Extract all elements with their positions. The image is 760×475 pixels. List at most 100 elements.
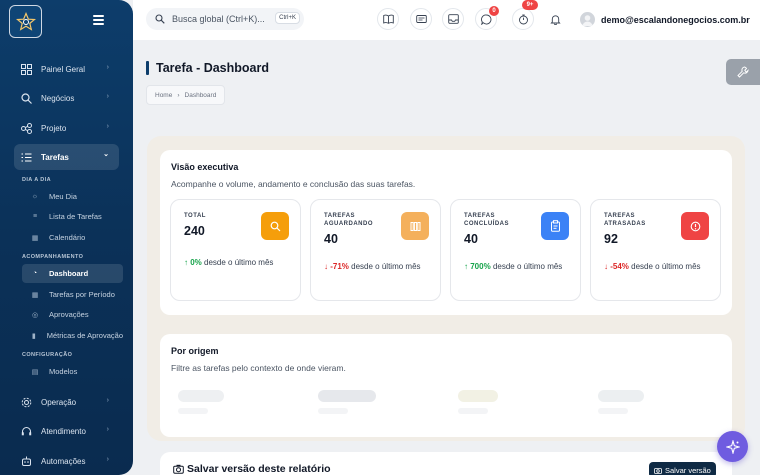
origin-filter-placeholder[interactable] — [458, 390, 498, 402]
page-header: Tarefa - Dashboard — [146, 61, 269, 75]
logo[interactable] — [9, 5, 42, 38]
star-logo-icon — [15, 11, 36, 31]
origin-placeholder-line — [598, 408, 628, 414]
stat-trend: ↓ -54% desde o último mês — [604, 262, 701, 271]
sidebar-item-tarefas[interactable]: Tarefas ⌄ — [14, 144, 119, 170]
trend-up-icon: ↑ — [184, 258, 188, 267]
sidebar-item-negocios[interactable]: Negócios › — [14, 85, 119, 111]
flow-icon — [19, 121, 33, 135]
stat-icon-aguardando — [401, 212, 429, 240]
list-icon — [19, 150, 33, 164]
sparkle-icon — [725, 439, 740, 454]
gauge-icon: ◔ — [32, 270, 38, 277]
camera-icon — [654, 467, 662, 474]
bar-chart-icon: ▮ — [31, 332, 36, 340]
sidebar-item-label: Tarefas — [41, 152, 69, 162]
avatar — [580, 12, 595, 27]
timer-button[interactable]: 9+ — [512, 0, 538, 30]
save-version-button[interactable]: Salvar versão — [649, 462, 716, 475]
search-icon — [19, 91, 33, 105]
chevron-down-icon: ⌄ — [103, 151, 109, 158]
stat-label: TOTAL — [184, 213, 206, 219]
user-menu[interactable]: demo@escalandonegocios.com.br — [580, 12, 750, 27]
list-icon: ≡ — [32, 213, 38, 220]
save-report-panel: Salvar versão deste relatório Salvar ver… — [160, 452, 732, 475]
sidebar-subitem-modelos[interactable]: ▤ Modelos — [22, 362, 123, 381]
trend-up-icon: ↑ — [464, 262, 468, 271]
card-button[interactable] — [410, 8, 432, 30]
stat-card-concluidas[interactable]: TAREFAS CONCLUÍDAS 40 ↑ 700% desde o últ… — [450, 199, 581, 301]
sidebar-subitem-aprovacoes[interactable]: ◎ Aprovações — [22, 305, 123, 324]
stat-value: 240 — [184, 224, 205, 238]
sidebar-item-label: Atendimento — [41, 426, 86, 436]
breadcrumb: Home › Dashboard — [146, 85, 226, 105]
stat-trend: ↑ 700% desde o último mês — [464, 262, 563, 271]
origin-placeholder-line — [178, 408, 208, 414]
sidebar-subitem-metricas-de-aprovacao[interactable]: ▮ Métricas de Aprovação — [22, 326, 123, 345]
sidebar-item-painel-geral[interactable]: Painel Geral › — [14, 56, 119, 82]
breadcrumb-home[interactable]: Home — [155, 92, 172, 99]
whatsapp-badge: 0 — [489, 6, 499, 16]
book-icon — [382, 14, 394, 24]
chevron-right-icon: › — [106, 93, 109, 100]
notifications-button[interactable] — [544, 8, 566, 30]
alert-icon — [690, 221, 700, 231]
sidebar-subitem-tarefas-por-periodo[interactable]: ▦ Tarefas por Período — [22, 285, 123, 304]
headset-icon — [19, 424, 33, 438]
stat-value: 92 — [604, 232, 618, 246]
gear-icon — [19, 395, 33, 409]
settings-tab-button[interactable] — [726, 59, 760, 85]
executive-subtitle: Acompanhe o volume, andamento e conclusã… — [171, 179, 416, 189]
origin-placeholder-line — [458, 408, 488, 414]
origin-filter-placeholder[interactable] — [178, 390, 224, 402]
topbar: Busca global (Ctrl+K)... Ctrl+K 0 9+ dem… — [133, 0, 760, 40]
bell-icon — [549, 14, 561, 25]
ai-assistant-button[interactable] — [717, 431, 748, 462]
template-icon: ▤ — [31, 368, 39, 376]
trend-down-icon: ↓ — [604, 262, 608, 271]
page-title: Tarefa - Dashboard — [156, 61, 269, 75]
sidebar-subitem-calendario[interactable]: ▦ Calendário — [22, 228, 123, 247]
stat-icon-concluidas — [541, 212, 569, 240]
origin-placeholder-line — [318, 408, 348, 414]
search-icon — [270, 221, 280, 231]
sidebar-item-automacoes[interactable]: Automações › — [14, 448, 119, 474]
grid-icon — [19, 62, 33, 76]
stat-card-total[interactable]: TOTAL 240 ↑ 0% desde o último mês — [170, 199, 301, 301]
sidebar-item-projeto[interactable]: Projeto › — [14, 115, 119, 141]
wrench-icon — [737, 66, 749, 78]
sidebar-item-label: Projeto — [41, 123, 67, 133]
whatsapp-button[interactable]: 0 — [475, 6, 499, 30]
chevron-right-icon: › — [106, 64, 109, 71]
sidebar-subitem-dashboard[interactable]: ◔ Dashboard — [22, 264, 123, 283]
inbox-button[interactable] — [442, 8, 464, 30]
menu-toggle-icon[interactable] — [93, 15, 104, 25]
stat-value: 40 — [464, 232, 478, 246]
sidebar-subitem-meu-dia[interactable]: ☼ Meu Dia — [22, 187, 123, 206]
chevron-right-icon: › — [106, 456, 109, 463]
stat-card-aguardando[interactable]: TAREFAS AGUARDANDO 40 ↓ -71% desde o últ… — [310, 199, 441, 301]
user-email: demo@escalandonegocios.com.br — [601, 14, 750, 25]
timer-badge: 9+ — [522, 0, 538, 10]
origin-subtitle: Filtre as tarefas pelo contexto de onde … — [171, 363, 346, 373]
sidebar-item-label: Operação — [41, 397, 77, 407]
shortcut-hint: Ctrl+K — [275, 12, 300, 24]
sidebar-subitem-lista-de-tarefas[interactable]: ≡ Lista de Tarefas — [22, 207, 123, 226]
executive-title: Visão executiva — [171, 162, 239, 172]
global-search[interactable]: Busca global (Ctrl+K)... Ctrl+K — [146, 8, 304, 30]
section-label-configuracao: CONFIGURAÇÃO — [22, 352, 73, 358]
breadcrumb-current: Dashboard — [184, 91, 217, 99]
book-button[interactable] — [377, 8, 399, 30]
sidebar-item-operacao[interactable]: Operação › — [14, 389, 119, 415]
stat-value: 40 — [324, 232, 338, 246]
camera-icon — [173, 464, 184, 474]
id-card-icon — [415, 15, 427, 23]
origin-filter-placeholder[interactable] — [318, 390, 376, 402]
search-input[interactable]: Busca global (Ctrl+K)... — [172, 14, 265, 24]
sidebar: Painel Geral › Negócios › Projeto › Tare… — [0, 0, 133, 475]
origin-filter-placeholder[interactable] — [598, 390, 644, 402]
stat-card-atrasadas[interactable]: TAREFAS ATRASADAS 92 ↓ -54% desde o últi… — [590, 199, 721, 301]
section-label-acompanhamento: ACOMPANHAMENTO — [22, 254, 84, 260]
check-circle-icon: ◎ — [31, 311, 39, 319]
sidebar-item-atendimento[interactable]: Atendimento › — [14, 418, 119, 444]
